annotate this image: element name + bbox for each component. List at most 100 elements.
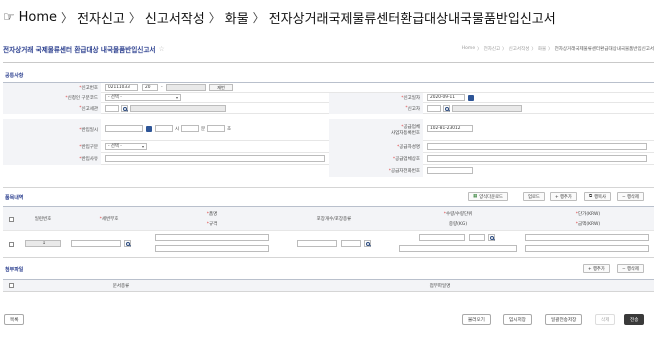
calendar-icon[interactable] [468, 95, 474, 101]
col-hs-code: * 세번부호 [99, 216, 119, 223]
path-sep: 〉 [502, 47, 507, 52]
path-e-report[interactable]: 전자신고 [484, 46, 501, 52]
quantity-input[interactable] [419, 234, 465, 241]
entry-type-label: * 반입구분 [3, 141, 101, 153]
report-no-serial [166, 84, 206, 91]
declarant-name [452, 105, 522, 112]
items-section-title: 품목내역 [5, 195, 24, 201]
entry-reason-input[interactable] [105, 155, 325, 162]
copy-row-button[interactable]: ⧉ 행복사 [584, 192, 611, 201]
report-no-prefix[interactable]: 02111033 [105, 84, 138, 91]
crumb-cargo[interactable]: 화물 [225, 8, 249, 27]
supplier-brn-input[interactable]: 102-81-23012 [427, 125, 473, 132]
items-table-header: 일련번호 * 세번부호 * 품명 * 규격 포장개수/포장종류 * 수량/수량단위 중량… [3, 207, 654, 231]
customs-label: * 신고세관 [3, 103, 101, 114]
entry-second-input[interactable] [207, 125, 225, 132]
row-checkbox[interactable] [9, 242, 14, 247]
search-icon[interactable] [121, 105, 128, 112]
select-all-checkbox[interactable] [9, 217, 14, 222]
declarant-label: * 신고자 [329, 103, 423, 114]
search-icon[interactable] [124, 240, 131, 247]
col-unit-price: * 단가(KRW) [575, 211, 601, 218]
divider [3, 62, 654, 63]
page-title-text: 전자상거래 국제물류센터 환급대상 내국물품반입신고서 [3, 46, 156, 54]
col-package: 포장개수/포장종류 [316, 217, 352, 222]
package-count-input[interactable] [297, 240, 337, 247]
breadcrumb: Home 〉 전자신고 〉 신고서작성 〉 화물 〉 전자상거래국제물류센터환급… [462, 46, 654, 52]
delete-button[interactable]: 삭제 [595, 314, 616, 325]
supplier-company-input[interactable] [427, 155, 647, 162]
hs-code-input[interactable] [71, 240, 121, 247]
top-breadcrumb: ☞ Home 〉 전자신고 〉 신고서작성 〉 화물 〉 전자상거래국제물류센터… [3, 6, 556, 28]
report-no-label: * 신고번호 [3, 83, 101, 93]
report-no-year[interactable]: 20 [142, 84, 158, 91]
path-sep: 〉 [477, 47, 482, 52]
chevron-right-icon: 〉 [128, 10, 141, 25]
crumb-home[interactable]: Home [19, 10, 57, 25]
report-date-label: * 신고일자 [329, 93, 423, 103]
unit-price-input[interactable] [525, 234, 649, 241]
path-cargo[interactable]: 화물 [538, 46, 546, 52]
calendar-icon[interactable] [146, 126, 152, 132]
row-serial-no: 1 [25, 240, 61, 247]
hour-label: 시 [175, 127, 180, 132]
star-icon[interactable]: ☆ [158, 45, 164, 53]
send-button[interactable]: 전송 [624, 314, 645, 325]
customs-name [130, 105, 226, 112]
load-button[interactable]: 불러오기 [462, 314, 491, 325]
customs-input[interactable] [105, 105, 119, 112]
weight-input[interactable] [399, 245, 517, 252]
path-home[interactable]: Home [462, 46, 475, 52]
template-download-button[interactable]: ▦ 양식다운로드 [468, 192, 508, 201]
page-header: 전자상거래 국제물류센터 환급대상 내국물품반입신고서 ☆ Home 〉 전자신… [3, 42, 654, 56]
search-icon[interactable] [443, 105, 450, 112]
upload-button[interactable]: 업로드 [523, 192, 545, 201]
supplier-company-label: * 공급업체상호 [329, 153, 423, 165]
path-report-write[interactable]: 신고서작성 [509, 46, 530, 52]
applicant-type-label: * 신청인 구분코드 [3, 93, 101, 103]
form-row: * 반입사유 * 공급업체상호 [3, 153, 654, 165]
declarant-input[interactable] [427, 105, 441, 112]
entry-reason-label: * 반입사유 [3, 153, 101, 165]
col-doc-type: 문서종류 [112, 283, 130, 289]
attach-select-all-checkbox[interactable] [9, 283, 14, 288]
entry-minute-input[interactable] [181, 125, 199, 132]
reissue-button[interactable]: 재번 [209, 84, 233, 91]
supplier-phone-label: * 공급자전화번호 [329, 165, 423, 177]
copy-icon: ⧉ [589, 194, 593, 199]
chevron-right-icon: 〉 [61, 10, 74, 25]
form-row: * 공급자전화번호 [3, 165, 654, 177]
col-spec: * 규격 [206, 221, 218, 228]
report-date-input[interactable]: 2020-09-11 [427, 94, 465, 101]
entry-type-select[interactable]: - 선택 - ▾ [105, 143, 147, 150]
quantity-unit-input[interactable] [469, 234, 485, 241]
package-type-input[interactable] [341, 240, 361, 247]
spec-input[interactable] [155, 245, 269, 252]
crumb-report-write[interactable]: 신고서작성 [145, 8, 205, 27]
supplier-name-input[interactable] [427, 143, 647, 150]
applicant-type-select[interactable]: - 선택 - ▾ [105, 94, 181, 101]
entry-date-input[interactable] [105, 125, 143, 132]
col-serial-no: 일련번호 [34, 217, 52, 222]
list-button[interactable]: 목록 [4, 314, 25, 325]
item-name-input[interactable] [155, 234, 269, 241]
attach-section-title: 첨부파일 [5, 267, 24, 273]
bulk-send-save-button[interactable]: 일괄전송저장 [545, 314, 583, 325]
attach-delete-row-button[interactable]: − 행삭제 [617, 264, 644, 273]
search-icon[interactable] [364, 240, 371, 247]
col-quantity: * 수량/수량단위 [443, 211, 473, 218]
table-row: 1 [3, 231, 654, 258]
supplier-phone-input[interactable] [427, 167, 473, 174]
amount-input[interactable] [525, 245, 649, 252]
attach-add-row-button[interactable]: + 행추가 [583, 264, 610, 273]
form-row: * 신청인 구분코드 - 선택 - ▾ * 신고일자 2020-09-11 [3, 93, 654, 103]
common-form: * 신고번호 02111033 20 - 재번 * 신청인 구분코드 - 선택 - ▾… [3, 82, 654, 188]
col-file-name: 첨부파일명 [429, 283, 451, 289]
delete-row-button[interactable]: − 행삭제 [617, 192, 644, 201]
crumb-e-report[interactable]: 전자신고 [77, 8, 125, 27]
entry-hour-input[interactable] [155, 125, 173, 132]
add-row-button[interactable]: + 행추가 [550, 192, 577, 201]
temp-save-button[interactable]: 임시저장 [503, 314, 532, 325]
path-sep: 〉 [531, 47, 536, 52]
search-icon[interactable] [488, 234, 495, 241]
